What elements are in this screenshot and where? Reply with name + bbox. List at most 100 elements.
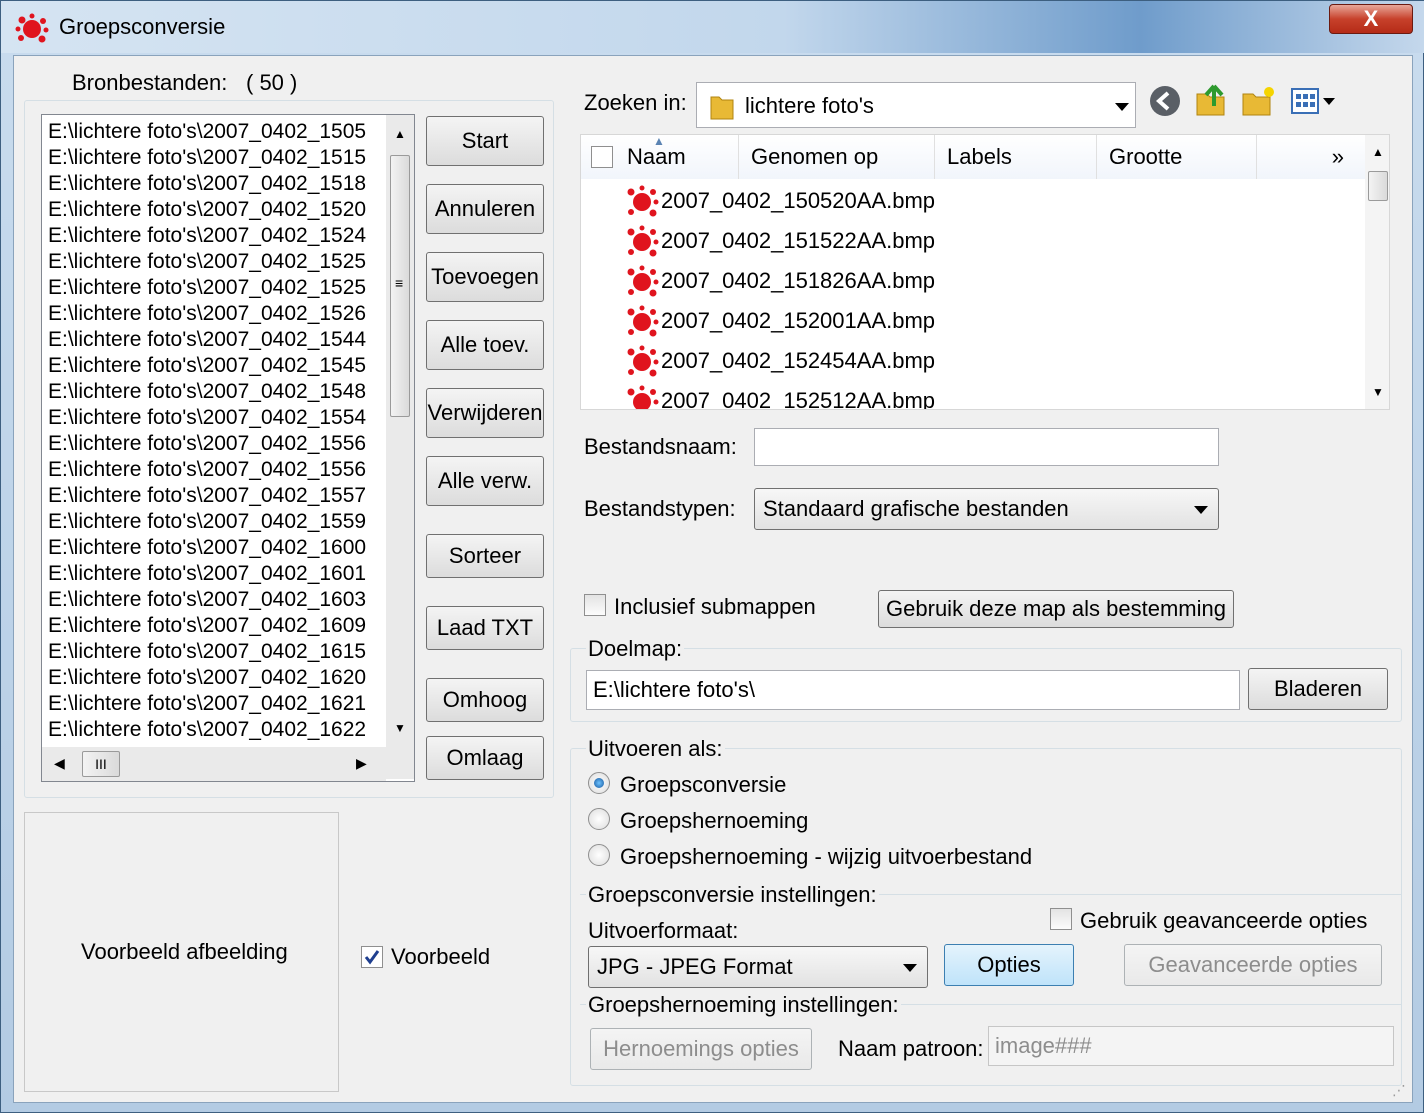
file-name: 2007_0402_152454AA.bmp [661,348,936,373]
source-list-item[interactable]: E:\lichtere foto's\2007_0402_1615 [48,639,380,665]
source-file-list[interactable]: E:\lichtere foto's\2007_0402_1505 E:\lich… [41,114,415,782]
file-list-item[interactable]: 2007_0402_151826AA.bmp [625,261,935,301]
source-list-item[interactable]: E:\lichtere foto's\2007_0402_1515 [48,145,380,171]
file-name: 2007_0402_152512AA.bmp [661,388,936,410]
file-list-item[interactable]: 2007_0402_152454AA.bmp [625,341,935,381]
use-advanced-checkbox[interactable] [1050,908,1072,930]
source-list-item[interactable]: E:\lichtere foto's\2007_0402_1525 [48,275,380,301]
file-name: 2007_0402_152001AA.bmp [661,308,936,333]
source-list-item[interactable]: E:\lichtere foto's\2007_0402_1524 [48,223,380,249]
remove-button[interactable]: Verwijderen [426,388,544,438]
load-txt-button[interactable]: Laad TXT [426,606,544,650]
preview-placeholder-text: Voorbeeld afbeelding [81,939,288,964]
source-list-item[interactable]: E:\lichtere foto's\2007_0402_1545 [48,353,380,379]
source-list-item[interactable]: E:\lichtere foto's\2007_0402_1609 [48,613,380,639]
start-button[interactable]: Start [426,116,544,166]
title-bar[interactable]: Groepsconversie X [1,1,1424,53]
view-menu-icon[interactable] [1290,86,1340,116]
source-list-item[interactable]: E:\lichtere foto's\2007_0402_1525 [48,249,380,275]
output-format-label: Uitvoerformaat: [588,918,739,943]
move-up-button[interactable]: Omhoog [426,678,544,722]
column-header-labels[interactable]: Labels [935,135,1097,179]
source-list-item[interactable]: E:\lichtere foto's\2007_0402_1603 [48,587,380,613]
source-list-item[interactable]: E:\lichtere foto's\2007_0402_1556 [48,457,380,483]
source-list-item[interactable]: E:\lichtere foto's\2007_0402_1505 [48,119,380,145]
source-vscroll[interactable]: ▲ ≡ ▼ [386,115,414,779]
source-hscroll-thumb[interactable]: III [82,751,120,777]
source-list-item[interactable]: E:\lichtere foto's\2007_0402_1600 [48,535,380,561]
advanced-options-button[interactable]: Geavanceerde opties [1124,944,1382,986]
name-pattern-label: Naam patroon: [838,1036,984,1061]
new-folder-icon[interactable] [1240,84,1276,118]
file-list-vscroll[interactable]: ▲ ▼ [1365,135,1389,409]
name-pattern-input[interactable]: image### [988,1026,1394,1066]
column-header-size[interactable]: Grootte [1097,135,1257,179]
column-header-name[interactable]: Naam ▲ [581,135,739,179]
scroll-down-icon[interactable]: ▼ [394,721,406,735]
file-list-view[interactable]: Naam ▲ Genomen op Labels Grootte » 2007_… [580,134,1390,410]
file-list-vscroll-thumb[interactable] [1368,171,1388,201]
source-list-item[interactable]: E:\lichtere foto's\2007_0402_1520 [48,197,380,223]
source-list-item[interactable]: E:\lichtere foto's\2007_0402_1559 [48,509,380,535]
radio-batch-convert[interactable] [588,772,610,794]
scroll-up-icon[interactable]: ▲ [394,127,406,141]
select-all-checkbox[interactable] [591,146,613,168]
look-in-combo[interactable]: lichtere foto's [696,82,1136,128]
resize-grip-icon[interactable]: ⋰ [1392,1082,1406,1099]
options-button[interactable]: Opties [944,944,1074,986]
up-folder-icon[interactable] [1194,82,1228,118]
source-list-item[interactable]: E:\lichtere foto's\2007_0402_1526 [48,301,380,327]
filetype-select[interactable]: Standaard grafische bestanden [754,488,1219,530]
output-format-select[interactable]: JPG - JPEG Format [588,946,928,988]
add-all-button[interactable]: Alle toev. [426,320,544,370]
scroll-up-icon[interactable]: ▲ [1372,145,1384,159]
file-list-item[interactable]: 2007_0402_152001AA.bmp [625,301,935,341]
file-list-item[interactable]: 2007_0402_150520AA.bmp [625,181,935,221]
source-list-item[interactable]: E:\lichtere foto's\2007_0402_1620 [48,665,380,691]
destination-input[interactable]: E:\lichtere foto's\ [586,670,1240,710]
source-list-item[interactable]: E:\lichtere foto's\2007_0402_1621 [48,691,380,717]
back-icon[interactable] [1148,84,1182,118]
radio-batch-rename[interactable] [588,808,610,830]
destination-label: Doelmap: [586,636,685,662]
folder-icon [710,96,734,120]
file-name: 2007_0402_151826AA.bmp [661,268,936,293]
scroll-right-icon[interactable]: ▶ [356,755,367,772]
source-hscroll[interactable]: ◀ III ▶ [42,747,386,781]
rename-options-button[interactable]: Hernoemings opties [590,1028,812,1070]
use-as-destination-button[interactable]: Gebruik deze map als bestemming [878,590,1234,628]
filename-input[interactable] [754,428,1219,466]
source-list-item[interactable]: E:\lichtere foto's\2007_0402_1518 [48,171,380,197]
source-list-item[interactable]: E:\lichtere foto's\2007_0402_1622 [48,717,380,743]
close-button[interactable]: X [1329,4,1413,34]
browse-button[interactable]: Bladeren [1248,668,1388,710]
source-list-item[interactable]: E:\lichtere foto's\2007_0402_1601 [48,561,380,587]
file-list-item[interactable]: 2007_0402_152512AA.bmp [625,381,936,410]
source-list-item[interactable]: E:\lichtere foto's\2007_0402_1554 [48,405,380,431]
remove-all-button[interactable]: Alle verw. [426,456,544,506]
sort-button[interactable]: Sorteer [426,534,544,578]
preview-checkbox-label: Voorbeeld [391,944,491,969]
source-vscroll-thumb[interactable]: ≡ [390,155,410,417]
cancel-button[interactable]: Annuleren [426,184,544,234]
source-list-item[interactable]: E:\lichtere foto's\2007_0402_1544 [48,327,380,353]
radio-rename-modify-output[interactable] [588,844,610,866]
include-subfolders-checkbox[interactable] [584,594,606,616]
file-list-item[interactable]: 2007_0402_151522AA.bmp [625,221,935,261]
more-columns-button[interactable]: » [1257,135,1367,179]
move-down-button[interactable]: Omlaag [426,736,544,780]
source-list-item[interactable]: E:\lichtere foto's\2007_0402_1556 [48,431,380,457]
source-list-item[interactable]: E:\lichtere foto's\2007_0402_1557 [48,483,380,509]
grip-icon: ≡ [395,275,404,291]
rename-settings-label: Groepshernoeming instellingen: [586,992,901,1018]
chevron-down-icon [903,964,917,972]
add-button[interactable]: Toevoegen [426,252,544,302]
scroll-down-icon[interactable]: ▼ [1372,385,1384,399]
source-files-label: Bronbestanden: [72,70,228,95]
output-format-value: JPG - JPEG Format [597,954,793,979]
source-list-item[interactable]: E:\lichtere foto's\2007_0402_1548 [48,379,380,405]
preview-checkbox[interactable] [361,946,383,968]
image-file-icon [627,385,659,409]
scroll-left-icon[interactable]: ◀ [54,755,65,772]
column-header-taken[interactable]: Genomen op [739,135,935,179]
